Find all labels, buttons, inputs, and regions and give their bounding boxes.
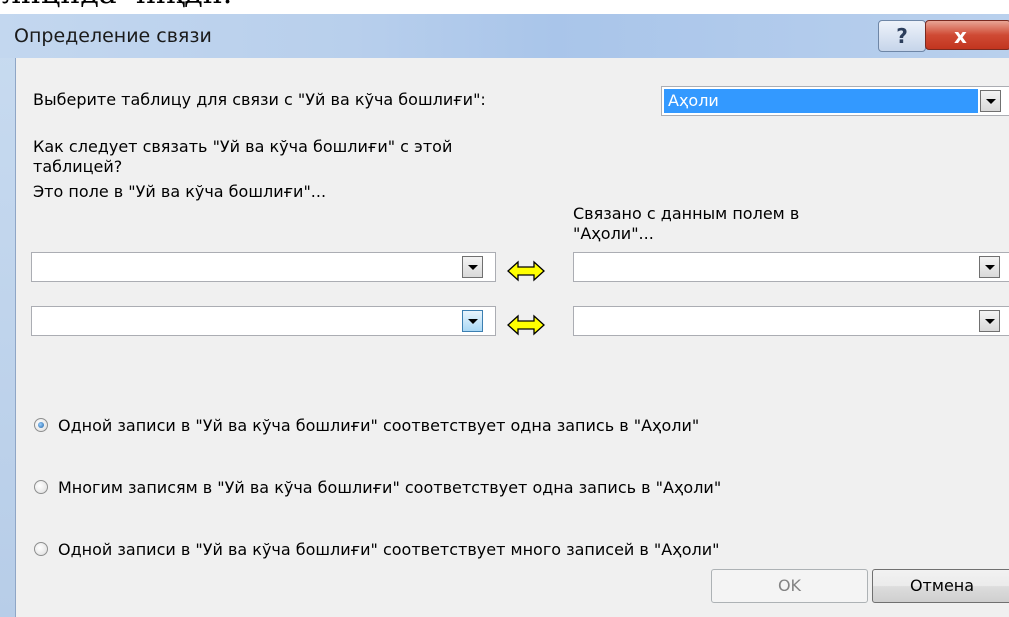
- radio-option-label: Одной записи в "Уй ва кўча бошлиғи" соот…: [58, 540, 720, 559]
- ok-button[interactable]: OK: [711, 569, 868, 603]
- left-field-dropdown-button-2[interactable]: [462, 310, 483, 332]
- document-caption: лицида чиқди.: [0, 0, 402, 14]
- left-field-value-2: [34, 309, 38, 333]
- right-field-value-1: [576, 255, 580, 279]
- close-icon: x: [954, 24, 967, 48]
- radio-option-label: Одной записи в "Уй ва кўча бошлиғи" соот…: [58, 416, 700, 435]
- right-field-combo-2[interactable]: [573, 306, 1009, 336]
- help-icon: ?: [896, 24, 908, 48]
- right-field-combo-1[interactable]: [573, 252, 1009, 282]
- bidirectional-arrow-icon: [507, 260, 545, 282]
- radio-icon[interactable]: [34, 542, 48, 556]
- bidirectional-arrow-icon: [507, 314, 545, 336]
- left-field-combo-2[interactable]: [31, 306, 496, 336]
- select-table-label: Выберите таблицу для связи с "Уй ва кўча…: [33, 90, 486, 109]
- right-field-dropdown-button-2[interactable]: [979, 310, 1000, 332]
- right-field-header-line1: Связано с данным полем в: [573, 204, 800, 223]
- right-field-value-2: [576, 309, 580, 333]
- left-field-dropdown-button-1[interactable]: [462, 256, 483, 278]
- left-field-combo-1[interactable]: [31, 252, 496, 282]
- cancel-button[interactable]: Отмена: [872, 569, 1009, 603]
- table-select-dropdown-button[interactable]: [980, 90, 1001, 112]
- dialog-content: Выберите таблицу для связи с "Уй ва кўча…: [15, 58, 1009, 617]
- radio-icon[interactable]: [34, 418, 48, 432]
- right-field-dropdown-button-1[interactable]: [979, 256, 1000, 278]
- radio-icon[interactable]: [34, 480, 48, 494]
- right-field-header-line2: "Аҳоли"...: [573, 224, 654, 243]
- table-select-value: Аҳоли: [664, 89, 978, 113]
- relationship-dialog: Определение связи ? x Выберите таблицу д…: [0, 14, 1009, 617]
- title-bar[interactable]: Определение связи ? x: [0, 14, 1009, 58]
- help-button[interactable]: ?: [878, 20, 926, 52]
- how-link-label-line1: Как следует связать "Уй ва кўча бошлиғи"…: [33, 137, 453, 156]
- left-field-header: Это поле в "Уй ва кўча бошлиғи"...: [33, 182, 327, 201]
- radio-option-label: Многим записям в "Уй ва кўча бошлиғи" со…: [58, 478, 722, 497]
- how-link-label-line2: таблицей?: [33, 157, 123, 176]
- left-field-value-1: [34, 255, 38, 279]
- close-button[interactable]: x: [925, 20, 1009, 50]
- window-title: Определение связи: [14, 25, 212, 47]
- table-select[interactable]: Аҳоли: [661, 86, 1009, 116]
